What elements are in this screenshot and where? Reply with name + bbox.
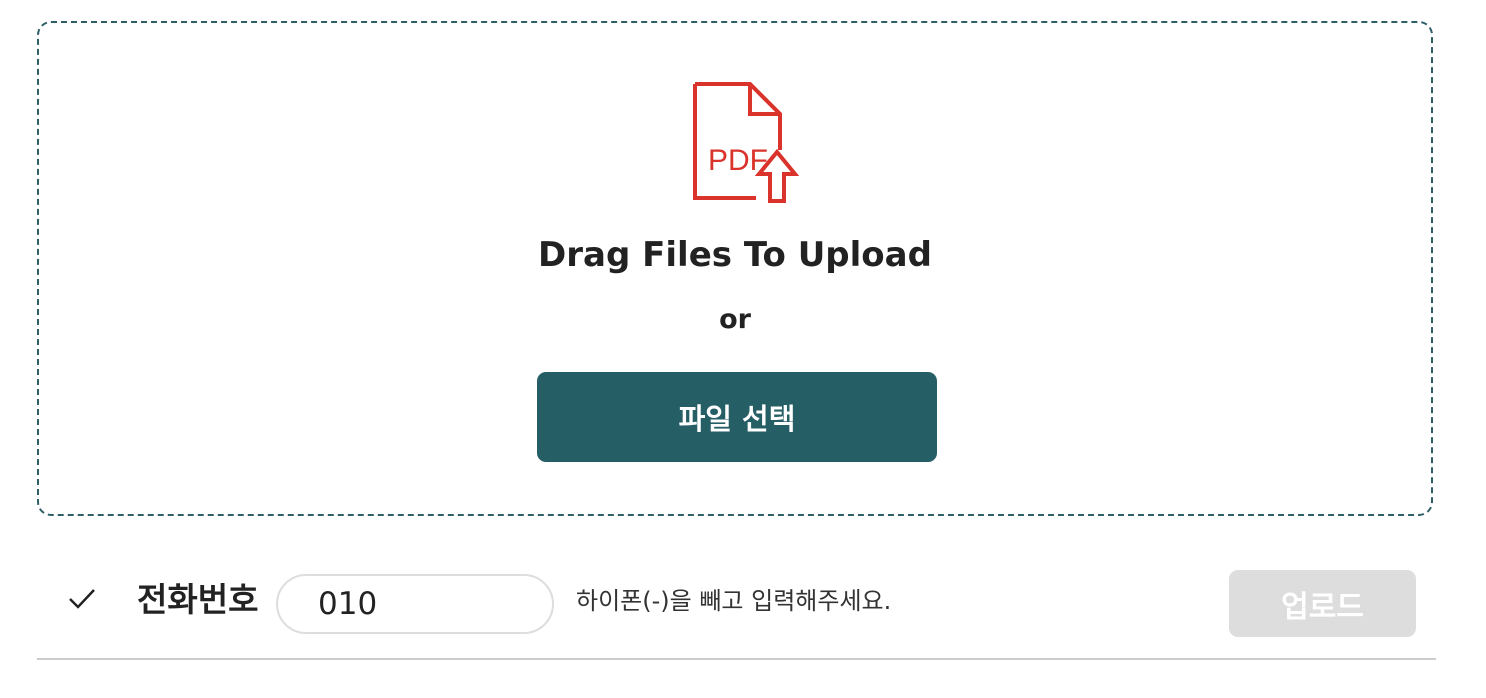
phone-hint: 하이폰(-)을 빼고 입력해주세요. xyxy=(576,587,892,615)
upload-button[interactable]: 업로드 xyxy=(1229,570,1416,637)
phone-label: 전화번호 xyxy=(137,580,259,619)
drop-title: Drag Files To Upload xyxy=(538,235,932,275)
checkmark-icon xyxy=(69,589,95,609)
divider xyxy=(37,658,1436,660)
or-separator: or xyxy=(719,304,751,335)
file-dropzone[interactable]: PDF Drag Files To Upload or 파일 선택 xyxy=(37,21,1433,516)
select-file-button[interactable]: 파일 선택 xyxy=(537,372,937,462)
pdf-upload-icon: PDF xyxy=(693,82,800,203)
phone-input[interactable] xyxy=(276,574,554,634)
phone-row: 전화번호 하이폰(-)을 빼고 입력해주세요. 업로드 xyxy=(37,560,1433,646)
